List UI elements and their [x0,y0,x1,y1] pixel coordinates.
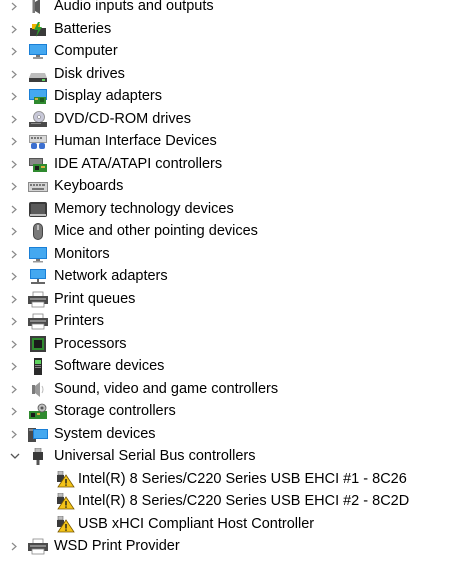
chevron-right-icon[interactable] [8,265,20,288]
tree-item-audio-inputs-outputs[interactable]: Audio inputs and outputs [0,0,453,18]
tree-item-label: Printers [54,313,104,329]
tree-item-label: Network adapters [54,268,168,284]
chevron-right-icon[interactable] [8,310,20,333]
tree-item-label: Storage controllers [54,403,176,419]
tree-item-dvd-cd-rom-drives[interactable]: DVD/CD-ROM drives [0,108,453,131]
chevron-right-icon[interactable] [8,153,20,176]
chevron-right-icon[interactable] [8,378,20,401]
tree-item-computer[interactable]: Computer [0,40,453,63]
tree-item-label: Human Interface Devices [54,133,217,149]
hid-icon [28,133,48,150]
tree-item-network-adapters[interactable]: Network adapters [0,265,453,288]
chevron-right-icon[interactable] [8,108,20,131]
dvd-drive-icon [28,110,48,128]
tree-item-storage-controllers[interactable]: Storage controllers [0,400,453,423]
chevron-right-icon[interactable] [8,400,20,423]
tree-item-label: USB xHCI Compliant Host Controller [78,515,315,532]
system-devices-icon [28,426,48,443]
disk-drive-icon [28,66,48,83]
chevron-right-icon[interactable] [8,18,20,41]
battery-icon [28,21,48,38]
chevron-right-icon[interactable] [8,243,20,266]
tree-item-monitors[interactable]: Monitors [0,243,453,266]
tree-item-usb-ehci-2[interactable]: Intel(R) 8 Series/C220 Series USB EHCI #… [0,490,453,513]
print-queue-icon [28,291,48,308]
tree-item-label: Processors [54,335,127,352]
usb-warning-icon [55,492,75,510]
chevron-right-icon[interactable] [8,220,20,243]
tree-item-label: WSD Print Provider [54,538,180,554]
tree-item-label: Batteries [54,20,112,37]
tree-item-usb-ehci-1[interactable]: Intel(R) 8 Series/C220 Series USB EHCI #… [0,468,453,491]
chevron-right-icon[interactable] [8,63,20,86]
chevron-right-icon[interactable] [8,535,20,558]
tree-item-label: Sound, video and game controllers [54,380,279,397]
tree-item-printers[interactable]: Printers [0,310,453,333]
tree-item-keyboards[interactable]: Keyboards [0,175,453,198]
tree-item-system-devices[interactable]: System devices [0,423,453,446]
tree-item-memory-technology-devices[interactable]: Memory technology devices [0,198,453,221]
usb-icon [28,447,48,465]
device-tree: Audio inputs and outputs Batteries Compu… [0,0,453,558]
chevron-right-icon[interactable] [8,198,20,221]
tree-item-batteries[interactable]: Batteries [0,18,453,41]
tree-item-label: Intel(R) 8 Series/C220 Series USB EHCI #… [78,470,407,487]
memory-icon [28,201,48,218]
software-device-icon [28,358,48,375]
tree-item-mice-pointing-devices[interactable]: Mice and other pointing devices [0,220,453,243]
tree-item-label: Print queues [54,290,136,307]
tree-item-label: Mice and other pointing devices [54,223,258,239]
usb-warning-icon [55,470,75,488]
tree-item-ide-ata-atapi-controllers[interactable]: IDE ATA/ATAPI controllers [0,153,453,176]
tree-item-display-adapters[interactable]: Display adapters [0,85,453,108]
tree-item-label: Monitors [54,245,110,262]
usb-warning-icon [55,515,75,533]
tree-item-label: Intel(R) 8 Series/C220 Series USB EHCI #… [78,493,410,509]
tree-item-label: Disk drives [54,65,125,82]
storage-controller-icon [28,403,48,420]
tree-item-sound-video-game-controllers[interactable]: Sound, video and game controllers [0,378,453,401]
monitor-icon [28,246,48,263]
tree-item-usb-controllers[interactable]: Universal Serial Bus controllers [0,445,453,468]
tree-item-label: IDE ATA/ATAPI controllers [54,155,223,172]
chevron-right-icon[interactable] [8,0,20,18]
chevron-right-icon[interactable] [8,85,20,108]
speaker-icon [28,381,48,398]
tree-item-label: DVD/CD-ROM drives [54,110,191,127]
tree-item-label: Universal Serial Bus controllers [54,448,256,464]
tree-item-wsd-print-provider[interactable]: WSD Print Provider [0,535,453,558]
tree-item-human-interface-devices[interactable]: Human Interface Devices [0,130,453,153]
display-adapter-icon [28,88,48,105]
chevron-right-icon[interactable] [8,175,20,198]
chevron-right-icon[interactable] [8,40,20,63]
printer-icon [28,313,48,330]
tree-item-label: Display adapters [54,88,162,104]
chevron-right-icon[interactable] [8,333,20,356]
printer-icon [28,538,48,555]
tree-item-label: Audio inputs and outputs [54,0,214,14]
chevron-down-icon[interactable] [8,445,20,468]
chevron-right-icon[interactable] [8,423,20,446]
tree-item-label: Computer [54,43,118,59]
network-adapter-icon [28,268,48,285]
mouse-icon [28,223,48,240]
tree-item-label: System devices [54,425,156,442]
keyboard-icon [28,178,48,195]
tree-item-label: Memory technology devices [54,200,234,217]
tree-item-label: Software devices [54,358,165,374]
tree-item-usb-xhci[interactable]: USB xHCI Compliant Host Controller [0,513,453,536]
ide-controller-icon [28,156,48,173]
chevron-right-icon[interactable] [8,355,20,378]
tree-item-processors[interactable]: Processors [0,333,453,356]
tree-item-print-queues[interactable]: Print queues [0,288,453,311]
tree-item-label: Keyboards [54,178,124,194]
processor-icon [28,335,48,353]
chevron-right-icon[interactable] [8,288,20,311]
chevron-right-icon[interactable] [8,130,20,153]
speaker-icon [28,0,48,15]
tree-item-disk-drives[interactable]: Disk drives [0,63,453,86]
computer-icon [28,43,48,60]
tree-item-software-devices[interactable]: Software devices [0,355,453,378]
